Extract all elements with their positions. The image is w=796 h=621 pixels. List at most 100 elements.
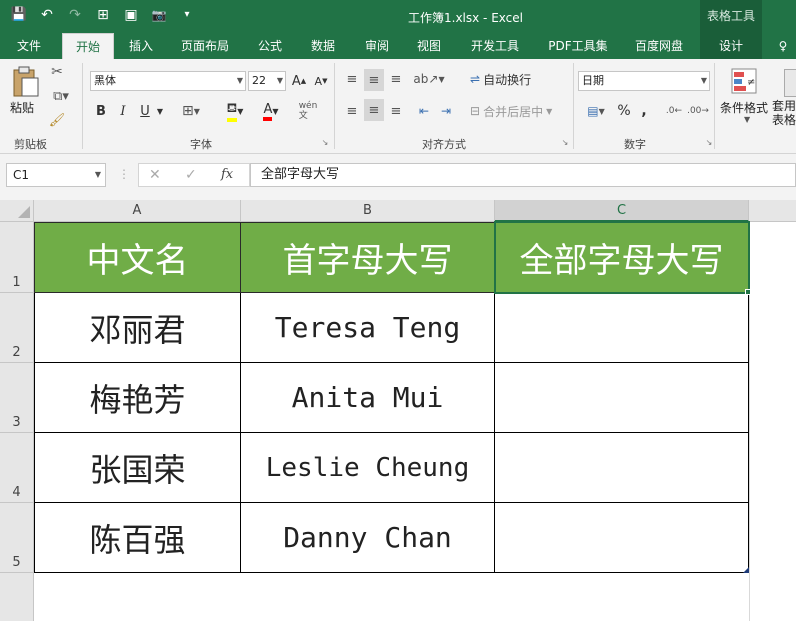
tab-design[interactable]: 设计 <box>700 33 762 59</box>
quick-access-toolbar: 💾 ↶ ↷ ⊞ ▣ 📷 ▾ <box>10 6 196 24</box>
cell-b4[interactable]: Leslie Cheung <box>241 433 495 503</box>
column-header-a[interactable]: A <box>34 200 241 222</box>
column-header-c[interactable]: C <box>495 200 749 222</box>
increase-indent-icon[interactable]: ⇥ <box>436 101 456 121</box>
cell-a5[interactable]: 陈百强 <box>34 503 241 573</box>
tab-home[interactable]: 开始 <box>62 33 114 59</box>
format-as-table-icon[interactable] <box>784 69 796 97</box>
cell-a1[interactable]: 中文名 <box>34 222 241 293</box>
wrap-text-button[interactable]: ⇌ 自动换行 <box>470 69 560 89</box>
decrease-indent-icon[interactable]: ⇤ <box>414 101 434 121</box>
fill-color-icon[interactable]: ⛾ ▼ <box>218 101 252 122</box>
row-header-2[interactable]: 2 <box>0 293 34 363</box>
font-name-value: 黑体 <box>94 74 116 87</box>
number-group-label: 数字 <box>624 138 646 151</box>
formula-buttons: ✕ ✓ fx <box>138 163 250 187</box>
font-color-icon[interactable]: A ▼ <box>256 101 286 121</box>
tab-file[interactable]: 文件 <box>8 33 50 59</box>
font-name-select[interactable]: 黑体 ▼ <box>90 71 246 91</box>
align-left-icon[interactable]: ≡ <box>342 101 362 121</box>
cell-a2[interactable]: 邓丽君 <box>34 293 241 363</box>
tab-developer[interactable]: 开发工具 <box>462 33 528 59</box>
orientation-icon[interactable]: ab↗ ▼ <box>413 69 444 89</box>
font-size-select[interactable]: 22 ▼ <box>248 71 286 91</box>
title-bar: 💾 ↶ ↷ ⊞ ▣ 📷 ▾ 工作簿1.xlsx - Excel 表格工具 <box>0 0 796 33</box>
paste-icon[interactable] <box>8 65 44 99</box>
comma-button[interactable]: , <box>636 101 652 121</box>
tab-pdf-tools[interactable]: PDF工具集 <box>540 33 616 59</box>
align-right-icon[interactable]: ≡ <box>386 101 406 121</box>
underline-dropdown-icon[interactable]: ▼ <box>154 101 166 121</box>
italic-button[interactable]: I <box>114 101 132 121</box>
cell-c2[interactable] <box>495 293 749 363</box>
insert-function-icon[interactable]: fx <box>221 167 233 182</box>
fill-handle[interactable] <box>745 289 751 295</box>
cell-b1[interactable]: 首字母大写 <box>241 222 495 293</box>
font-dialog-icon[interactable]: ↘ <box>320 137 330 147</box>
copy-icon[interactable]: ⧉▾ <box>48 87 74 105</box>
screenshot-icon[interactable]: ▣ <box>122 6 140 24</box>
increase-decimal-icon[interactable]: .0← <box>664 101 684 121</box>
form-icon[interactable]: ⊞ <box>94 6 112 24</box>
row-header-1[interactable]: 1 <box>0 222 34 293</box>
tab-insert[interactable]: 插入 <box>120 33 162 59</box>
grow-font-icon[interactable]: A ▲ <box>290 71 308 91</box>
shrink-font-icon[interactable]: A ▼ <box>312 71 330 91</box>
row-header-5[interactable]: 5 <box>0 503 34 573</box>
cell-c5[interactable] <box>495 503 749 573</box>
phonetic-icon[interactable]: wén 文 <box>296 99 320 123</box>
number-format-select[interactable]: 日期 ▼ <box>578 71 710 91</box>
align-middle-icon[interactable]: ≡ <box>364 69 384 91</box>
cell-b3[interactable]: Anita Mui <box>241 363 495 433</box>
tab-page-layout[interactable]: 页面布局 <box>172 33 238 59</box>
row-header-3[interactable]: 3 <box>0 363 34 433</box>
enter-icon[interactable]: ✓ <box>185 167 197 183</box>
tab-data[interactable]: 数据 <box>302 33 344 59</box>
cell-a3[interactable]: 梅艳芳 <box>34 363 241 433</box>
cell-b2[interactable]: Teresa Teng <box>241 293 495 363</box>
undo-icon[interactable]: ↶ <box>38 6 56 24</box>
bold-button[interactable]: B <box>92 101 110 121</box>
tab-formulas[interactable]: 公式 <box>250 33 290 59</box>
row-header-4[interactable]: 4 <box>0 433 34 503</box>
tab-baidu-netdisk[interactable]: 百度网盘 <box>626 33 692 59</box>
borders-icon[interactable]: ⊞ ▼ <box>176 101 206 121</box>
alignment-dialog-icon[interactable]: ↘ <box>560 137 570 147</box>
decrease-decimal-icon[interactable]: .00→ <box>687 101 709 121</box>
ribbon: 粘贴 ✂ ⧉▾ 🖌 剪贴板 黑体 ▼ 22 ▼ A ▲ A ▼ B I U ▼ ⊞ ▼ ⛾… <box>0 59 796 154</box>
formula-input[interactable]: 全部字母大写 <box>250 163 796 187</box>
accounting-format-icon[interactable]: ▤ ▼ <box>580 101 612 121</box>
cell-c3[interactable] <box>495 363 749 433</box>
align-center-icon[interactable]: ≡ <box>364 99 384 121</box>
conditional-format-dropdown-icon[interactable]: ▼ <box>744 115 750 124</box>
tell-me-icon[interactable]: ♀ <box>770 33 796 59</box>
formula-bar-grip-icon[interactable]: ⋮ <box>118 167 130 181</box>
save-icon[interactable]: 💾 <box>10 6 28 24</box>
tab-review[interactable]: 审阅 <box>356 33 398 59</box>
conditional-format-label[interactable]: 条件格式 <box>720 99 768 116</box>
column-header-b[interactable]: B <box>241 200 495 222</box>
cell-c4[interactable] <box>495 433 749 503</box>
camera-icon[interactable]: 📷 <box>150 6 168 24</box>
customize-qat-icon[interactable]: ▾ <box>178 6 196 24</box>
cancel-icon[interactable]: ✕ <box>149 167 161 183</box>
conditional-format-icon[interactable]: ≠ <box>728 65 760 97</box>
align-bottom-icon[interactable]: ≡ <box>386 69 406 89</box>
column-header-d[interactable] <box>749 200 796 222</box>
align-top-icon[interactable]: ≡ <box>342 69 362 89</box>
tab-view[interactable]: 视图 <box>408 33 450 59</box>
merge-center-button[interactable]: ⊟ 合并后居中 ▼ <box>470 101 566 121</box>
select-all-corner[interactable] <box>0 200 34 222</box>
cell-b5[interactable]: Danny Chan <box>241 503 495 573</box>
paste-label[interactable]: 粘贴 <box>10 99 34 116</box>
number-dialog-icon[interactable]: ↘ <box>704 137 714 147</box>
cell-a4[interactable]: 张国荣 <box>34 433 241 503</box>
underline-button[interactable]: U <box>136 101 154 121</box>
format-painter-icon[interactable]: 🖌 <box>48 111 66 129</box>
redo-icon[interactable]: ↷ <box>66 6 84 24</box>
row-header-6[interactable] <box>0 573 34 621</box>
percent-button[interactable]: % <box>614 101 634 121</box>
format-as-table-label[interactable]: 套用 表格 <box>772 99 796 127</box>
cut-icon[interactable]: ✂ <box>48 63 66 81</box>
name-box[interactable]: C1 ▼ <box>6 163 106 187</box>
